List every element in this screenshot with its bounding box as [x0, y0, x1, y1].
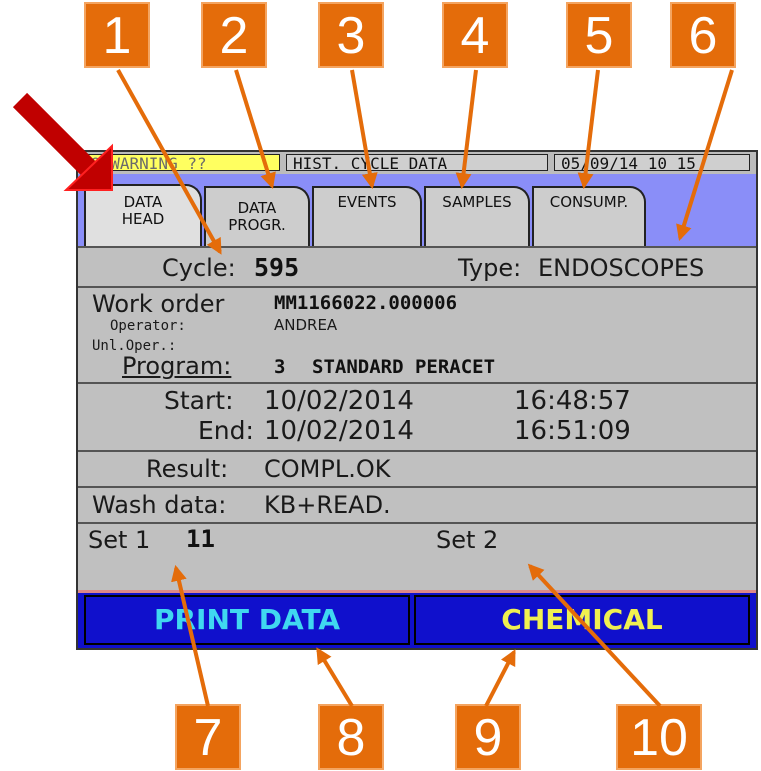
time-block: Start: 10/02/2014 16:48:57 End: 10/02/20… — [78, 382, 756, 450]
work-order-block: Work order MM1166022.000006 Operator: AN… — [78, 286, 756, 382]
tab-data-head-line2: HEAD — [121, 210, 165, 228]
wash-data-value: KB+READ. — [264, 491, 391, 519]
program-name: STANDARD PERACET — [312, 356, 496, 378]
cycle-label: Cycle: — [162, 254, 236, 282]
callout-5: 5 — [566, 2, 632, 68]
set2-label: Set 2 — [436, 526, 499, 554]
tab-samples-label: SAMPLES — [442, 193, 512, 211]
callout-line-8 — [316, 647, 354, 708]
tab-data-head[interactable]: DATA HEAD — [84, 184, 202, 248]
callout-10: 10 — [616, 704, 702, 770]
work-order-label: Work order — [92, 290, 225, 318]
result-label: Result: — [146, 455, 229, 483]
tab-consump-label: CONSUMP. — [549, 193, 629, 211]
screen-title: HIST. CYCLE DATA — [286, 154, 548, 171]
data-head-panel: Cycle: 595 Type: ENDOSCOPES Work order M… — [78, 246, 756, 588]
end-date: 10/02/2014 — [264, 416, 414, 446]
callout-3: 3 — [318, 2, 384, 68]
result-row: Result: COMPL.OK — [78, 450, 756, 486]
tab-samples[interactable]: SAMPLES — [424, 186, 530, 246]
print-data-button[interactable]: PRINT DATA — [84, 595, 410, 645]
set1-label: Set 1 — [88, 526, 151, 554]
status-bar: 9 WARNING ?? HIST. CYCLE DATA 05/09/14 1… — [78, 152, 756, 174]
wash-data-row: Wash data: KB+READ. — [78, 486, 756, 522]
operator-label: Operator: — [110, 318, 186, 334]
type-value: ENDOSCOPES — [538, 254, 705, 282]
tab-events[interactable]: EVENTS — [312, 186, 422, 246]
start-time: 16:48:57 — [514, 386, 631, 416]
program-label: Program: — [122, 352, 232, 380]
program-number: 3 — [274, 356, 286, 378]
washer-screen: 9 WARNING ?? HIST. CYCLE DATA 05/09/14 1… — [76, 150, 758, 650]
callout-line-9 — [484, 649, 516, 707]
start-label: Start: — [164, 386, 234, 415]
end-label: End: — [198, 416, 254, 445]
callout-4: 4 — [442, 2, 508, 68]
callout-9: 9 — [455, 704, 521, 770]
callout-7: 7 — [175, 704, 241, 770]
start-date: 10/02/2014 — [264, 386, 414, 416]
tab-consump[interactable]: CONSUMP. — [532, 186, 646, 246]
datetime-display: 05/09/14 10 15 — [554, 154, 750, 171]
wash-data-label: Wash data: — [92, 491, 227, 519]
tab-bar: DATA HEAD DATA PROGR. EVENTS SAMPLES CON… — [78, 174, 756, 248]
work-order-value: MM1166022.000006 — [274, 292, 458, 314]
tab-data-progr-line1: DATA — [237, 199, 277, 217]
set1-value: 11 — [186, 525, 215, 553]
warning-indicator[interactable]: 9 WARNING ?? — [84, 154, 280, 171]
button-bar: PRINT DATA CHEMICAL — [78, 590, 756, 648]
end-time: 16:51:09 — [514, 416, 631, 446]
type-label: Type: — [458, 254, 522, 282]
callout-8: 8 — [318, 704, 384, 770]
callout-6: 6 — [670, 2, 736, 68]
tab-events-label: EVENTS — [337, 193, 397, 211]
chemical-button[interactable]: CHEMICAL — [414, 595, 750, 645]
cycle-value: 595 — [254, 253, 300, 282]
cycle-row: Cycle: 595 Type: ENDOSCOPES — [78, 246, 756, 286]
operator-value: ANDREA — [274, 316, 338, 334]
tab-data-progr[interactable]: DATA PROGR. — [204, 186, 310, 246]
tab-data-head-line1: DATA — [123, 193, 163, 211]
result-value: COMPL.OK — [264, 455, 391, 483]
callout-1: 1 — [84, 2, 150, 68]
callout-2: 2 — [201, 2, 267, 68]
set-row: Set 1 11 Set 2 — [78, 522, 756, 588]
tab-data-progr-line2: PROGR. — [228, 216, 286, 234]
